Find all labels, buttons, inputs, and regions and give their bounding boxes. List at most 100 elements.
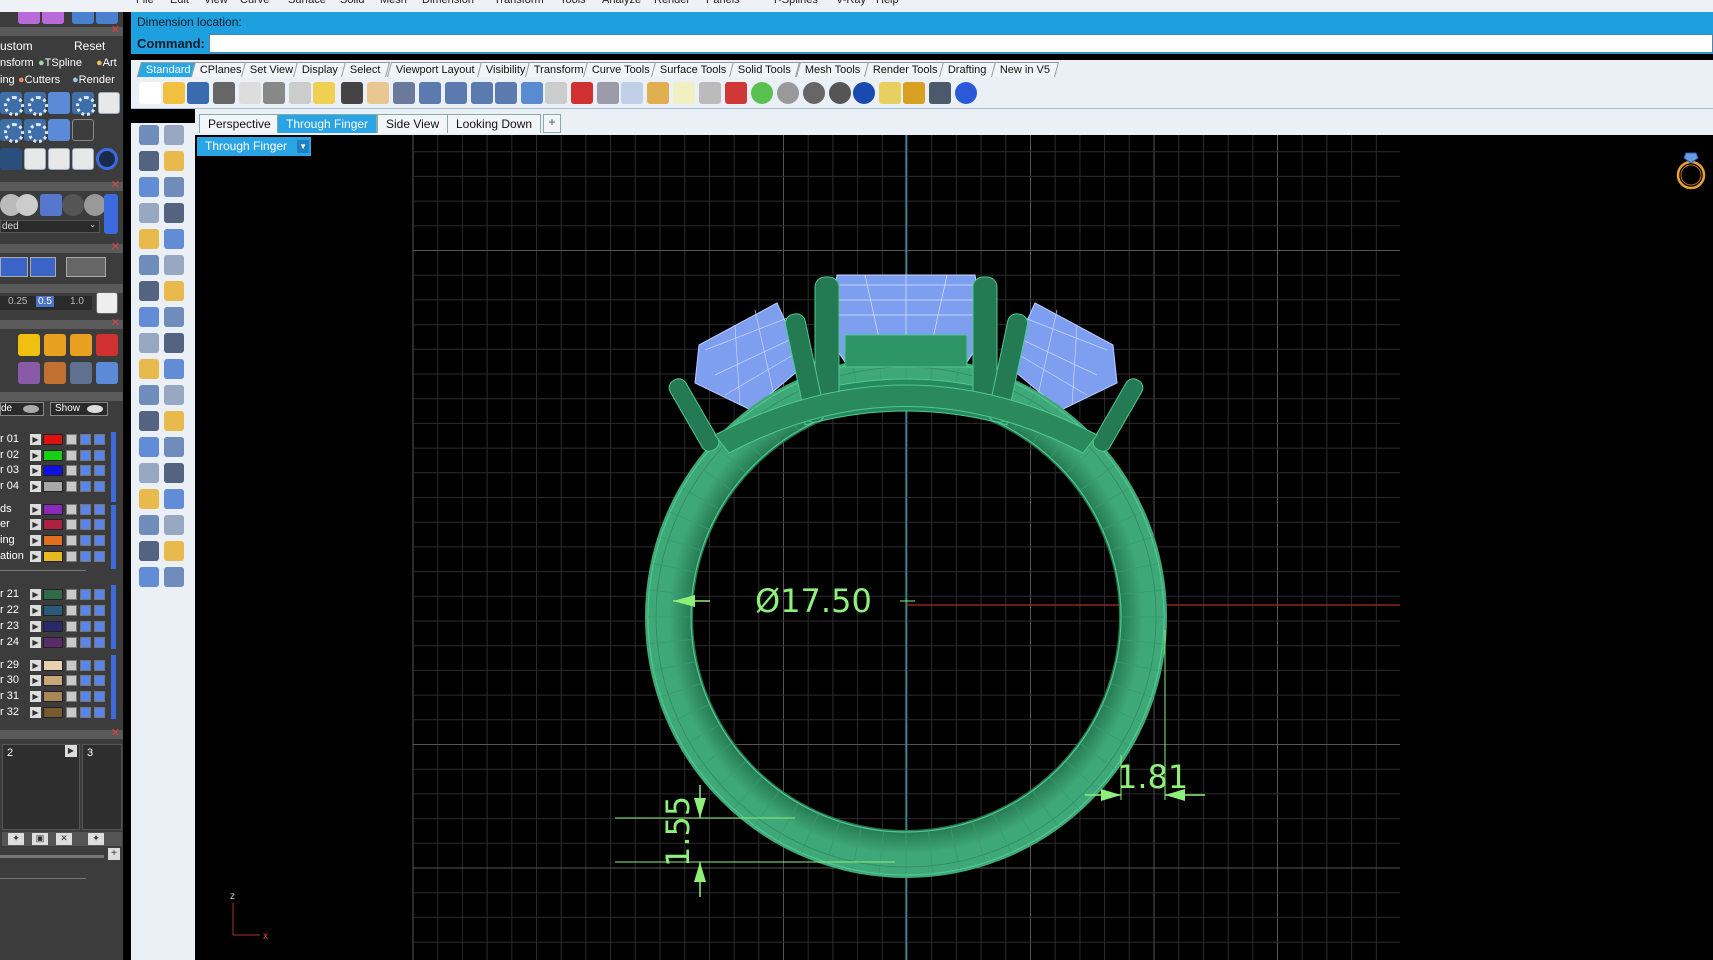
visibility-icon[interactable] bbox=[94, 707, 105, 718]
settings-gear-icon[interactable] bbox=[903, 82, 925, 104]
circle-icon[interactable] bbox=[139, 177, 159, 197]
material-icon[interactable] bbox=[40, 194, 62, 216]
view-button[interactable] bbox=[30, 257, 56, 277]
grid-icon[interactable] bbox=[48, 119, 70, 141]
explode-icon[interactable] bbox=[164, 333, 184, 353]
visibility-icon[interactable] bbox=[94, 605, 105, 616]
visibility-icon[interactable] bbox=[94, 465, 105, 476]
plugin-tool-icon[interactable] bbox=[96, 334, 118, 356]
circle-snap-icon[interactable] bbox=[621, 82, 643, 104]
tab-setting[interactable]: ing bbox=[0, 74, 15, 86]
tab-render[interactable]: ●Render bbox=[72, 74, 115, 86]
lock-icon[interactable] bbox=[699, 82, 721, 104]
cut-icon[interactable] bbox=[263, 82, 285, 104]
lock-icon[interactable] bbox=[66, 589, 77, 600]
dimension-icon[interactable] bbox=[929, 82, 951, 104]
visibility-icon[interactable] bbox=[94, 535, 105, 546]
visibility-icon[interactable] bbox=[94, 481, 105, 492]
plugin-tool-icon[interactable] bbox=[70, 362, 92, 384]
color-wheel-icon[interactable] bbox=[751, 82, 773, 104]
layer-color-swatch[interactable] bbox=[43, 637, 63, 648]
rotate-view-icon[interactable] bbox=[393, 82, 415, 104]
layer-row[interactable]: r 31 ▶ bbox=[0, 689, 123, 704]
layer-row[interactable]: r 24 ▶ bbox=[0, 635, 123, 650]
object-snap-icon[interactable] bbox=[647, 82, 669, 104]
ring-icon[interactable] bbox=[1675, 145, 1707, 193]
print-icon[interactable] bbox=[80, 535, 91, 546]
group-icon[interactable] bbox=[164, 385, 184, 405]
car-icon[interactable] bbox=[571, 82, 593, 104]
lock-icon[interactable] bbox=[66, 621, 77, 632]
print-icon[interactable] bbox=[80, 637, 91, 648]
lock-icon[interactable] bbox=[66, 481, 77, 492]
scrollbar[interactable] bbox=[111, 505, 116, 569]
layer-row[interactable]: r 32 ▶ bbox=[0, 705, 123, 720]
layer-row[interactable]: r 30 ▶ bbox=[0, 673, 123, 688]
polygon-icon[interactable] bbox=[139, 229, 159, 249]
contour-icon[interactable] bbox=[164, 489, 184, 509]
layer-color-swatch[interactable] bbox=[43, 675, 63, 686]
camera-target-icon[interactable] bbox=[597, 82, 619, 104]
trim-icon[interactable] bbox=[164, 359, 184, 379]
layer-color-swatch[interactable] bbox=[43, 660, 63, 671]
print-icon[interactable] bbox=[80, 621, 91, 632]
grid-array-icon[interactable] bbox=[139, 515, 159, 535]
expand-arrow-icon[interactable]: ▶ bbox=[30, 535, 41, 546]
visibility-icon[interactable] bbox=[94, 675, 105, 686]
rotate-icon[interactable] bbox=[521, 82, 543, 104]
tab-tspline[interactable]: ●TSpline bbox=[38, 57, 82, 69]
display-mode-select[interactable]: ded ⌄ bbox=[0, 220, 100, 233]
rectangle-icon[interactable] bbox=[164, 203, 184, 223]
print-icon[interactable] bbox=[80, 605, 91, 616]
opacity-025[interactable]: 0.25 bbox=[8, 296, 27, 307]
plane-icon[interactable] bbox=[164, 307, 184, 327]
toolbar-tab-mesh-tools[interactable]: Mesh Tools bbox=[795, 62, 870, 77]
layer-row[interactable]: ation ▶ bbox=[0, 549, 123, 564]
layer-color-swatch[interactable] bbox=[43, 551, 63, 562]
snapshot-slot[interactable]: 2 ▶ bbox=[2, 744, 80, 830]
import-icon[interactable] bbox=[239, 82, 261, 104]
opacity-bar[interactable]: 0.25 0.5 1.0 bbox=[0, 296, 92, 310]
forward-arrow-icon[interactable] bbox=[96, 12, 118, 24]
expand-arrow-icon[interactable]: ▶ bbox=[30, 637, 41, 648]
scrollbar[interactable] bbox=[111, 432, 116, 502]
print-icon[interactable] bbox=[80, 481, 91, 492]
expand-arrow-icon[interactable]: ▶ bbox=[30, 481, 41, 492]
curve-icon[interactable] bbox=[164, 151, 184, 171]
paste-icon[interactable] bbox=[313, 82, 335, 104]
save-icon[interactable] bbox=[187, 82, 209, 104]
arc-icon[interactable] bbox=[139, 411, 159, 431]
expand-arrow-icon[interactable]: ▶ bbox=[30, 450, 41, 461]
toolbar-tab-standard[interactable]: Standard bbox=[136, 62, 200, 77]
menu-item-vray[interactable]: V-Ray bbox=[836, 0, 866, 6]
array-icon[interactable] bbox=[139, 463, 159, 483]
grid-toggle-icon[interactable] bbox=[96, 292, 118, 314]
layer-color-swatch[interactable] bbox=[43, 519, 63, 530]
add-icon[interactable]: + bbox=[108, 848, 120, 860]
menu-item-render[interactable]: Render bbox=[654, 0, 690, 6]
visibility-icon[interactable] bbox=[94, 621, 105, 632]
plugin-tool-icon[interactable] bbox=[70, 334, 92, 356]
print-icon[interactable] bbox=[80, 589, 91, 600]
patch-icon[interactable] bbox=[164, 255, 184, 275]
menu-item-transform[interactable]: Transform bbox=[494, 0, 544, 6]
sphere-icon[interactable] bbox=[84, 194, 106, 216]
save-icon[interactable]: ▣ bbox=[32, 833, 48, 845]
gear-tool-icon[interactable] bbox=[139, 333, 159, 353]
print-icon[interactable] bbox=[80, 691, 91, 702]
layer-color-swatch[interactable] bbox=[43, 450, 63, 461]
reset-button[interactable]: Reset bbox=[74, 39, 105, 53]
expand-arrow-icon[interactable]: ▶ bbox=[30, 707, 41, 718]
lock-icon[interactable] bbox=[66, 504, 77, 515]
four-view-icon[interactable] bbox=[545, 82, 567, 104]
close-icon[interactable]: ✕ bbox=[111, 241, 120, 253]
expand-arrow-icon[interactable]: ▶ bbox=[30, 691, 41, 702]
layer-row[interactable]: ds ▶ bbox=[0, 502, 123, 517]
zoom-selected-icon[interactable] bbox=[495, 82, 517, 104]
visibility-icon[interactable] bbox=[94, 551, 105, 562]
scrollbar[interactable] bbox=[111, 655, 116, 719]
chevron-down-icon[interactable]: ▼ bbox=[297, 140, 310, 153]
menu-item-panels[interactable]: Panels bbox=[706, 0, 740, 6]
layer-color-swatch[interactable] bbox=[43, 605, 63, 616]
split-icon[interactable] bbox=[139, 359, 159, 379]
